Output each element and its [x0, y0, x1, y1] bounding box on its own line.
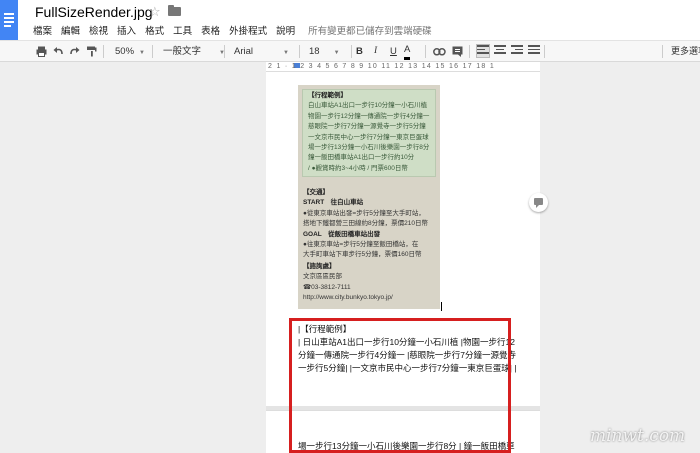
text-color-button[interactable]: A: [404, 43, 411, 60]
save-status[interactable]: 所有變更都已儲存到雲端硬碟: [308, 26, 432, 37]
ruler-numbers: 2 1 · 1 2 3 4 5 6 7 8 9 10 11 12 13 14 1…: [268, 63, 496, 70]
toolbar: 50%▼ 一般文字▼ Arial▼ 18▼ B I U A 更多選項: [0, 40, 700, 62]
photo-itinerary-text: 【行程範例】 白山車站A1出口一步行10分鐘一小石川植 物園一步行12分鐘一傳通…: [308, 92, 430, 172]
menu-tools[interactable]: 工具: [173, 26, 192, 37]
comment-add-icon[interactable]: [452, 41, 463, 62]
photo-contact-text: 【諮詢處】 文京區區民部 ☎03-3812-7111 http://www.ci…: [303, 263, 393, 302]
paint-format-icon[interactable]: [86, 41, 97, 62]
font-select[interactable]: Arial ▼: [234, 41, 289, 62]
star-icon[interactable]: ☆: [149, 4, 161, 20]
align-justify-icon[interactable]: [528, 45, 540, 57]
more-options-button[interactable]: 更多選項: [671, 41, 700, 62]
print-icon[interactable]: [36, 41, 47, 62]
underline-button[interactable]: U: [390, 41, 397, 62]
zoom-select[interactable]: 50% ▼: [115, 41, 145, 62]
photo-transport-text: 【交通】 START 往白山車站 ●從東京車站出發=步行5分鐘至大手町站， 搭地…: [303, 189, 428, 259]
style-select[interactable]: 一般文字 ▼: [163, 41, 225, 62]
menu-help[interactable]: 說明: [276, 26, 295, 37]
highlight-box: [289, 318, 511, 453]
menu-format[interactable]: 格式: [145, 26, 164, 37]
menu-addons[interactable]: 外掛程式: [229, 26, 267, 37]
align-right-icon[interactable]: [511, 45, 523, 57]
menu-file[interactable]: 檔案: [33, 26, 52, 37]
document-title[interactable]: FullSizeRender.jpg: [35, 4, 153, 20]
folder-icon[interactable]: [168, 5, 181, 16]
add-comment-icon[interactable]: [529, 193, 548, 212]
text-cursor: [441, 302, 442, 311]
menu-bar: 檔案 編輯 檢視 插入 格式 工具 表格 外掛程式 說明 所有變更都已儲存到雲端硬碟: [33, 23, 441, 37]
align-left-icon[interactable]: [476, 44, 490, 58]
menu-edit[interactable]: 編輯: [61, 26, 80, 37]
menu-view[interactable]: 檢視: [89, 26, 108, 37]
docs-logo-icon[interactable]: [0, 0, 18, 40]
redo-icon[interactable]: [69, 41, 80, 62]
menu-insert[interactable]: 插入: [117, 26, 136, 37]
font-size-select[interactable]: 18 ▼: [309, 41, 340, 62]
menu-table[interactable]: 表格: [201, 26, 220, 37]
undo-icon[interactable]: [53, 41, 64, 62]
inserted-photo[interactable]: 【行程範例】 白山車站A1出口一步行10分鐘一小石川植 物園一步行12分鐘一傳通…: [298, 85, 440, 309]
ruler: 2 1 · 1 2 3 4 5 6 7 8 9 10 11 12 13 14 1…: [0, 62, 700, 72]
bold-button[interactable]: B: [356, 41, 363, 62]
app-header: FullSizeRender.jpg ☆ 檔案 編輯 檢視 插入 格式 工具 表格 外掛程式說…: [0, 0, 700, 40]
watermark: minwt.com: [590, 426, 686, 446]
link-icon[interactable]: [433, 41, 446, 62]
italic-button[interactable]: I: [374, 41, 377, 62]
align-center-icon[interactable]: [494, 45, 506, 57]
